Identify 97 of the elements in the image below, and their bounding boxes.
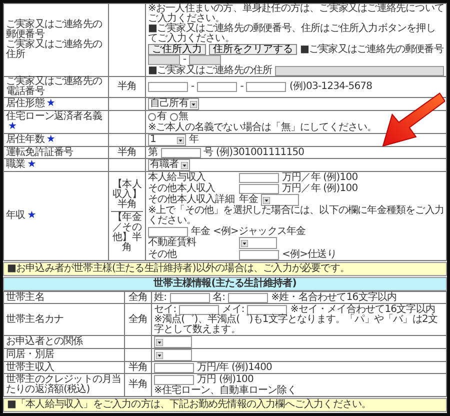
field-text: 万円/年 (例)1400 (197, 362, 272, 372)
field-text: 年 (189, 135, 199, 145)
input-field[interactable] (154, 362, 194, 372)
row-label: 運転免許証番号 (6, 148, 74, 158)
field-label: その他本人収入詳細 (148, 195, 236, 205)
input-field[interactable] (239, 184, 279, 194)
field-text: 年金 <例>ジャックス年金 (191, 226, 306, 236)
row-label: 年収 (6, 211, 26, 221)
field-text: (例)03-1234-5678 (289, 82, 372, 92)
select-dropdown[interactable]: 1 (148, 134, 186, 146)
input-type: 全角 (128, 314, 148, 324)
row-label: 居住形態 (6, 99, 44, 109)
input-field[interactable] (179, 304, 220, 314)
required-mark: ★ (27, 211, 36, 221)
input-type: 【本人収入】半角 (112, 180, 142, 210)
field-text: ※上で「その他」を選択した場合には、以下の欄に年金種類をご入力ください。 (148, 206, 444, 226)
input-type: 半角 (128, 362, 148, 372)
input-type: 【年金／その他】半角 (112, 212, 142, 252)
row-label: ご実家又はご連絡先の住所 (6, 40, 104, 60)
input-field[interactable] (239, 250, 279, 260)
input-type: 全角 (128, 292, 148, 302)
input-field[interactable] (170, 292, 210, 302)
row-label: ご実家又はご連絡先の郵便番号 (6, 20, 104, 40)
radio-button[interactable] (170, 112, 178, 120)
caret-icon (177, 136, 184, 144)
field-text: ■ご実家又はご連絡先の郵便番号、住所はご住所入力ボタンを押してご入力ください。 (148, 24, 436, 44)
radio-label: 無 (178, 112, 188, 122)
caret-icon (156, 338, 163, 346)
field-text: ※セイ・メイ合わせて16文字以内 (290, 304, 436, 314)
input-field[interactable] (246, 82, 286, 92)
select-dropdown[interactable] (239, 237, 277, 249)
select-dropdown[interactable] (154, 349, 192, 361)
required-mark: ★ (8, 122, 17, 132)
input-field[interactable] (239, 172, 279, 182)
field-text: セイ: (154, 304, 176, 314)
field-text: ■ご実家又はご連絡先の郵便番号 (300, 44, 444, 54)
row-label: 居住年数 (6, 135, 44, 145)
caret-icon (241, 240, 248, 246)
field-text: 名: (212, 292, 226, 302)
field-text: - (191, 82, 194, 92)
row-label: 職業 (6, 160, 26, 170)
row-label: 住宅ローン返済者名義 (6, 112, 102, 122)
input-field[interactable] (160, 148, 201, 158)
field-label: 本人給与収入 (148, 172, 207, 182)
input-field[interactable] (148, 82, 188, 92)
field-text: 万円／年 (例)100 (282, 172, 358, 182)
field-text: 万円 (例)100 (197, 374, 254, 384)
input-field[interactable] (247, 304, 288, 314)
field-text: メイ: (222, 304, 244, 314)
notice-text: ■「本人給与収入」をご入力の方は、下記お勤め先情報の入力欄へご入力ください。 (3, 398, 447, 412)
form-button[interactable]: ご住所入力 (148, 44, 206, 55)
field-text: - (183, 55, 186, 65)
required-mark: ★ (46, 99, 55, 109)
field-text: ■ご実家又はご連絡先の住所 (148, 66, 272, 76)
input-type: 半角 (117, 146, 137, 158)
row-label: 世帯主収入 (6, 362, 54, 372)
field-text: - (240, 82, 244, 92)
radio-label: 有 (157, 112, 167, 122)
field-text: 第 (148, 148, 158, 158)
input-type: 半角 (128, 379, 148, 390)
field-text: ※住宅ローン、自動車ローン除く (154, 386, 296, 396)
radio-button[interactable] (148, 112, 156, 120)
row-label: 世帯主のクレジットの月当たりの返済額(税込) (6, 375, 122, 395)
required-mark: ★ (27, 160, 36, 170)
caret-icon (180, 162, 188, 168)
field-text: ※濁点(゛)、半濁点(゜)も1文字となります。「パ」や「バ」は2文字として数えます。 (154, 315, 439, 335)
select-dropdown[interactable] (261, 194, 300, 206)
caret-icon (156, 352, 163, 358)
input-field[interactable] (154, 374, 194, 384)
notice-text: ■お申込み者が世帯主様(主たる生計維持者)以外の場合は、ご入力が必要です。 (3, 262, 447, 276)
row-label: 同居・別居 (6, 350, 54, 360)
row-label: 世帯主名 (6, 292, 44, 302)
caret-icon (263, 196, 270, 204)
row-label: 世帯主名カナ (6, 314, 64, 324)
row-label: お申込者との関係 (6, 337, 83, 347)
input-field[interactable] (228, 292, 268, 302)
input-type: 半角 (117, 81, 137, 92)
caret-icon (190, 100, 198, 108)
required-mark: ★ (46, 135, 55, 145)
input-field[interactable] (148, 226, 188, 236)
field-text: <例>仕送り (282, 250, 336, 260)
field-label: 不動産賃料 (148, 238, 198, 248)
field-text: ※姓・名合わせて16文字以内 (271, 292, 397, 302)
field-text: ※ご本人の名義でない場合は「無」にしてください。 (148, 122, 377, 132)
field-text: 号 (例)301001111150 (204, 148, 304, 158)
select-dropdown[interactable]: 有職者 (148, 159, 190, 171)
field-text: 年金 (239, 195, 258, 205)
input-field[interactable] (197, 82, 238, 92)
field-label: その他 (148, 250, 178, 260)
select-dropdown[interactable]: 自己所有 (148, 98, 200, 110)
field-label: その他本人収入 (148, 184, 216, 194)
field-text: 姓: (154, 292, 167, 302)
section-header: 世帯主様情報(主たる生計維持者) (3, 277, 447, 291)
row-label: ご実家又はご連絡先の電話番号 (6, 77, 104, 97)
select-dropdown[interactable] (154, 336, 192, 348)
field-text: 万円／年 (例)100 (282, 184, 358, 194)
form-button[interactable]: 住所をクリアする (209, 44, 297, 55)
